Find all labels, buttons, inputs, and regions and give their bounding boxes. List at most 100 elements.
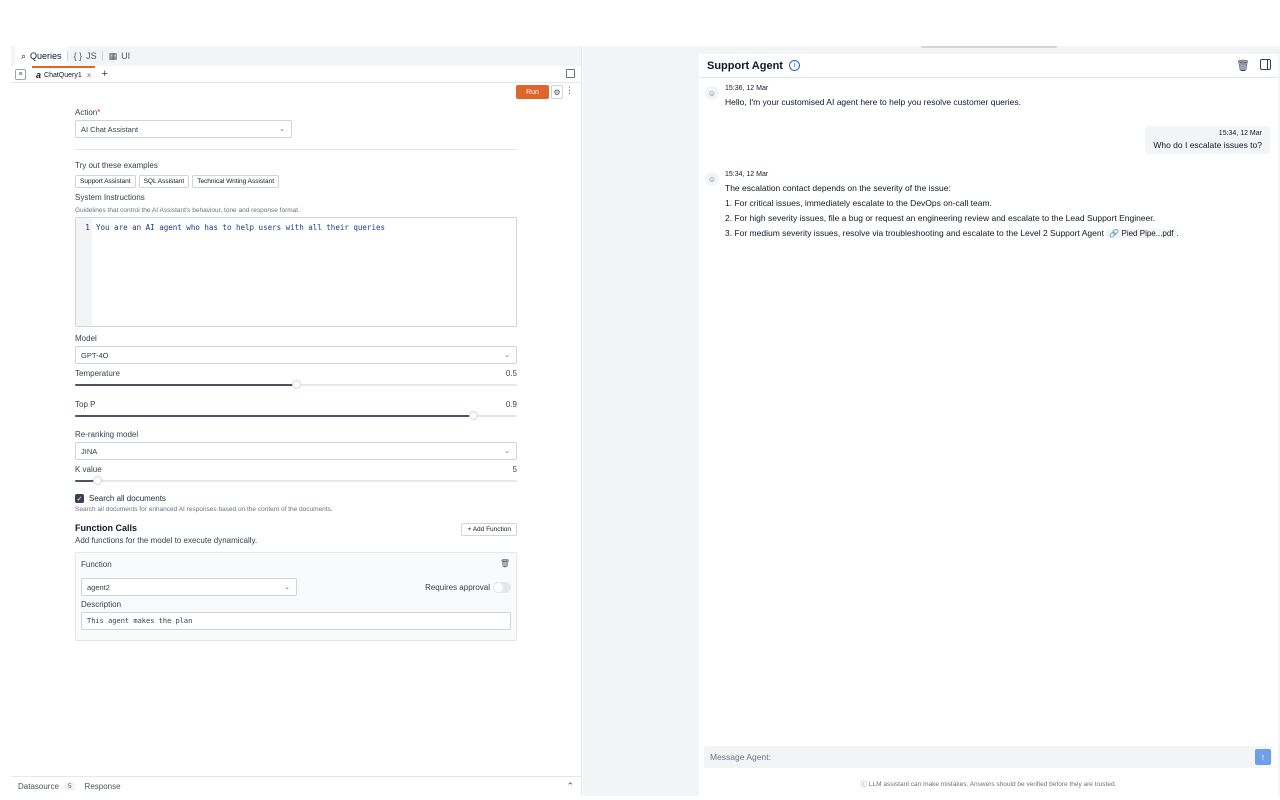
sidebar-toggle-icon[interactable] [1260, 59, 1271, 70]
chevron-down-icon: ⌄ [284, 584, 290, 591]
info-icon[interactable]: i [788, 60, 800, 71]
chevron-down-icon: ⌄ [279, 126, 285, 133]
queries-icon: ⌕ [21, 50, 27, 61]
message-intro: The escalation contact depends on the se… [725, 183, 951, 193]
gear-icon[interactable]: ⚙ [551, 85, 563, 99]
system-instructions-editor[interactable]: 1 You are an AI agent who has to help us… [75, 217, 517, 327]
temperature-row: Temperature 0.5 [75, 369, 517, 378]
attachment-link[interactable]: 🔗 Pied Pipe...pdf [1106, 229, 1177, 238]
top-p-row: Top P 0.9 [75, 400, 517, 409]
chat-title: Support Agent [707, 59, 783, 72]
add-function-button[interactable]: + Add Function [461, 523, 517, 536]
k-value-slider-thumb[interactable] [93, 476, 103, 485]
message-user-1: 15:34, 12 Mar Who do I escalate issues t… [1145, 126, 1270, 154]
close-icon[interactable]: × [87, 71, 92, 80]
chip-technical-writing-assistant[interactable]: Technical Writing Assistant [192, 175, 280, 188]
preview-panel: Support Agent i 🗑 ☺ 15:36, 12 Mar Hello,… [583, 46, 1280, 796]
chat-header: Support Agent i 🗑 [699, 54, 1278, 78]
k-value-label: K value [75, 465, 102, 474]
message-text: Hello, I'm your customised AI agent here… [725, 97, 1021, 107]
chevron-down-icon: ⌄ [504, 352, 510, 359]
trash-icon[interactable]: 🗑 [1236, 59, 1250, 72]
search-docs-row: ✓ Search all documents [75, 494, 517, 503]
requires-approval-row: Requires approval [425, 581, 511, 593]
query-toolbar: Run ⚙ ⋮ [11, 83, 581, 103]
system-instructions-help: Guidelines that control the AI Assistant… [75, 207, 300, 214]
query-tab-bar: ≡ a ChatQuery1 × + [11, 65, 581, 83]
model-select[interactable]: GPT-4O ⌄ [75, 346, 517, 364]
description-input[interactable]: This agent makes the plan [81, 612, 511, 630]
chevron-up-icon[interactable]: ⌃ [566, 781, 574, 792]
popout-icon[interactable] [566, 69, 575, 78]
requires-approval-label: Requires approval [425, 582, 490, 592]
query-tab-chatquery1[interactable]: a ChatQuery1 × [32, 65, 96, 83]
list-item: 1. For critical issues, immediately esca… [725, 198, 992, 208]
temperature-label: Temperature [75, 369, 120, 378]
editor-top-tabs: ⌕ Queries { } JS ▦ UI [11, 46, 581, 66]
function-select[interactable]: agent2 ⌄ [81, 578, 297, 596]
menu-icon[interactable]: ≡ [15, 68, 26, 80]
model-label: Model [75, 334, 97, 343]
message-input[interactable]: Message Agent: ↑ [704, 746, 1272, 768]
tab-datasource[interactable]: Datasource [18, 782, 59, 791]
k-value-row: K value 5 [75, 465, 517, 474]
chat-widget: Support Agent i 🗑 ☺ 15:36, 12 Mar Hello,… [699, 54, 1278, 796]
query-tab-label: ChatQuery1 [44, 71, 82, 79]
bot-avatar-icon: ☺ [705, 172, 719, 186]
grid-icon: ▦ [108, 50, 118, 61]
tab-response[interactable]: Response [85, 782, 121, 791]
message-time: 15:34, 12 Mar [725, 171, 769, 178]
bot-avatar-icon: ☺ [705, 86, 719, 100]
message-time: 15:34, 12 Mar [1218, 130, 1262, 137]
tab-ui[interactable]: ▦ UI [103, 46, 137, 66]
ai-query-icon: a [36, 70, 42, 80]
system-instructions-code: You are an AI agent who has to help user… [96, 223, 385, 232]
run-button[interactable]: Run [516, 85, 549, 99]
chip-sql-assistant[interactable]: SQL Assistant [138, 175, 190, 188]
add-tab-icon[interactable]: + [101, 68, 107, 80]
message-bot-2: ☺ 15:34, 12 Mar The escalation contact d… [705, 171, 1179, 239]
search-docs-help: Search all documents for enhanced AI res… [75, 506, 333, 513]
examples-chips: Support Assistant SQL Assistant Technical … [75, 172, 517, 188]
search-docs-checkbox[interactable]: ✓ [75, 494, 84, 503]
list-item: 3. For medium severity issues, resolve v… [725, 228, 1179, 238]
function-calls-help: Add functions for the model to execute d… [75, 536, 258, 545]
reranking-label: Re-ranking model [75, 430, 139, 439]
chevron-down-icon: ⌄ [504, 448, 510, 455]
datasource-count-badge: 5 [64, 782, 75, 791]
system-instructions-label: System Instructions [75, 193, 145, 202]
function-card-title: Function [81, 560, 112, 569]
tab-js[interactable]: { } JS [68, 46, 103, 66]
k-value-value: 5 [512, 465, 517, 474]
action-select[interactable]: AI Chat Assistant ⌄ [75, 120, 292, 138]
code-braces-icon: { } [73, 51, 83, 61]
top-p-slider-thumb[interactable] [468, 411, 478, 420]
list-item: 2. For high severity issues, file a bug … [725, 213, 1155, 223]
message-input-placeholder: Message Agent: [710, 752, 771, 762]
trash-icon[interactable]: 🗑 [500, 559, 510, 568]
requires-approval-toggle[interactable] [493, 581, 511, 593]
examples-label: Try out these examples [75, 161, 158, 170]
tab-queries[interactable]: ⌕ Queries [15, 46, 68, 66]
temperature-slider-thumb[interactable] [292, 380, 301, 389]
temperature-value: 0.5 [505, 369, 517, 378]
query-editor-panel: ⌕ Queries { } JS ▦ UI ≡ a ChatQuery1 × +… [11, 46, 582, 796]
more-options-icon[interactable]: ⋮ [565, 85, 574, 96]
function-card: Function 🗑 agent2 ⌄ Requires approval De… [75, 552, 517, 641]
temperature-slider[interactable] [75, 380, 517, 389]
send-button[interactable]: ↑ [1255, 749, 1271, 765]
function-calls-header: Function Calls Add functions for the mod… [75, 523, 517, 545]
message-text: Who do I escalate issues to? [1153, 140, 1262, 150]
disclaimer-text: ⓘ LLM assistant can make mistakes. Answe… [860, 781, 1117, 788]
query-form: Action* AI Chat Assistant ⌄ Try out thes… [75, 106, 517, 641]
reranking-select[interactable]: JINA ⌄ [75, 442, 517, 460]
top-p-slider[interactable] [75, 411, 517, 420]
search-docs-label: Search all documents [89, 494, 166, 503]
k-value-slider[interactable] [75, 476, 517, 485]
top-p-label: Top P [75, 400, 96, 409]
description-label: Description [81, 600, 122, 609]
action-label: Action* [75, 108, 101, 117]
function-calls-title: Function Calls [75, 523, 138, 533]
resize-handle[interactable] [921, 46, 1057, 48]
chip-support-assistant[interactable]: Support Assistant [75, 175, 136, 188]
